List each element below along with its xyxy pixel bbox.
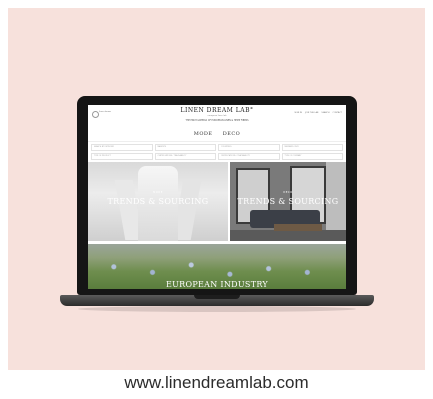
website-url-caption: www.linendreamlab.com xyxy=(0,370,433,399)
brand-tagline: THE ENCYCLOPEDIA OF EUROPEAN LINEN & HEM… xyxy=(185,119,249,122)
filter-members[interactable]: MEMBERS ONLY xyxy=(281,144,343,151)
filter-product-type[interactable]: TYPE OF PRODUCT xyxy=(91,153,153,160)
top-link-sign-in[interactable]: SIGN IN xyxy=(294,112,302,114)
tile-kicker: MODE xyxy=(153,191,163,194)
laptop-notch xyxy=(194,295,240,299)
filter-certifications-b[interactable]: CERTIFICATIONS / TRACEABILITY xyxy=(218,153,280,160)
top-link-search[interactable]: SEARCH xyxy=(321,112,329,114)
filter-countries[interactable]: COUNTRIES xyxy=(218,144,280,151)
filter-markets[interactable]: MARKETS xyxy=(154,144,216,151)
floor-image xyxy=(230,230,346,241)
top-link-join[interactable]: JOIN THE LAB xyxy=(305,112,318,114)
site-header: linen dream LINEN DREAM LAB° european li… xyxy=(88,105,346,129)
tile-title: TRENDS & SOURCING xyxy=(107,197,209,206)
filter-fields: SEARCH BY KEYWORD MARKETS COUNTRIES MEMB… xyxy=(91,144,343,160)
tile-title: EUROPEAN INDUSTRY xyxy=(166,280,268,289)
nav-divider xyxy=(88,141,346,142)
filter-company-type[interactable]: TYPE OF COMPANY xyxy=(281,153,343,160)
fashion-trends-tile[interactable]: MODE TRENDS & SOURCING xyxy=(88,162,228,241)
main-nav: MODE DECO xyxy=(88,131,346,137)
laptop-shadow xyxy=(78,306,356,312)
tile-title: TRENDS & SOURCING xyxy=(237,197,339,206)
nav-item-deco[interactable]: DECO xyxy=(223,131,241,137)
nav-item-mode[interactable]: MODE xyxy=(194,131,213,137)
laptop-screen: linen dream LINEN DREAM LAB° european li… xyxy=(88,105,346,289)
top-link-contact[interactable]: CONTACT xyxy=(333,112,342,114)
filter-keyword[interactable]: SEARCH BY KEYWORD xyxy=(91,144,153,151)
coffee-table-image xyxy=(274,224,322,231)
tile-kicker: DECO xyxy=(283,191,293,194)
european-industry-tile[interactable]: EUROPEAN INDUSTRY xyxy=(88,244,346,289)
top-links: SIGN IN JOIN THE LAB SEARCH CONTACT xyxy=(294,112,342,114)
filter-certifications-a[interactable]: CERTIFICATIONS / TRACEABILITY xyxy=(154,153,216,160)
brand-subtitle: european linen lab xyxy=(207,115,227,117)
deco-trends-tile[interactable]: DECO TRENDS & SOURCING xyxy=(230,162,346,241)
